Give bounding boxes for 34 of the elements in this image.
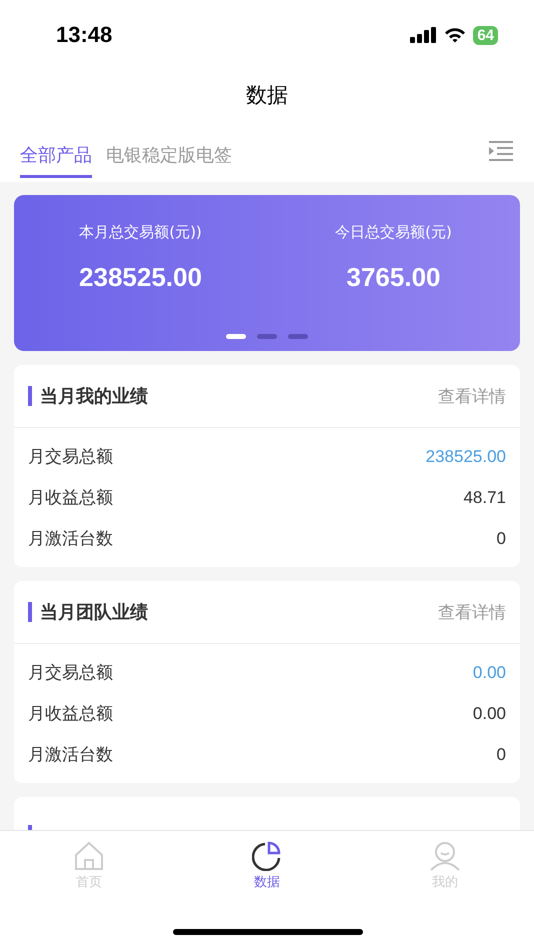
metric-value: 0.00 <box>472 704 506 724</box>
stat-label: 本月总交易额(元)) <box>79 223 202 242</box>
home-icon <box>74 841 104 871</box>
stat-value: 238525.00 <box>79 262 202 293</box>
status-time: 13:48 <box>56 22 112 48</box>
metric-value: 0 <box>496 744 506 764</box>
user-icon <box>430 841 460 871</box>
product-tab[interactable]: 全部产品 <box>20 132 92 178</box>
metric-label: 月激活台数 <box>28 744 113 766</box>
product-tab[interactable]: 电银稳定版电签 <box>106 132 232 178</box>
card-title: 当月我的业绩 <box>40 385 148 408</box>
metric-label: 月激活台数 <box>28 528 113 550</box>
metric-label: 月收益总额 <box>28 703 113 725</box>
stat-value: 3765.00 <box>346 262 440 293</box>
metric-label: 月收益总额 <box>28 487 113 509</box>
nav-tab[interactable]: 数据 <box>178 831 356 892</box>
details-link[interactable]: 查看详情 <box>438 600 506 624</box>
card-title: 当月团队业绩 <box>40 601 148 624</box>
metric-value: 238525.00 <box>426 446 506 466</box>
metric-label: 月交易总额 <box>28 446 113 468</box>
metric-value: 0.00 <box>472 662 506 682</box>
pie-chart-icon <box>252 841 282 871</box>
battery-icon: 64 <box>473 26 498 44</box>
details-link[interactable]: 查看详情 <box>438 384 506 408</box>
metric-label: 月交易总额 <box>28 662 113 684</box>
wifi-icon <box>444 27 466 43</box>
stat-label: 今日总交易额(元) <box>335 223 452 242</box>
accent-bar <box>28 602 32 622</box>
signal-icon <box>410 27 438 43</box>
accent-bar <box>28 386 32 406</box>
metric-value: 0 <box>496 528 506 548</box>
metric-value: 48.71 <box>463 488 506 508</box>
page-title: 数据 <box>0 70 534 120</box>
menu-icon[interactable] <box>488 140 514 162</box>
